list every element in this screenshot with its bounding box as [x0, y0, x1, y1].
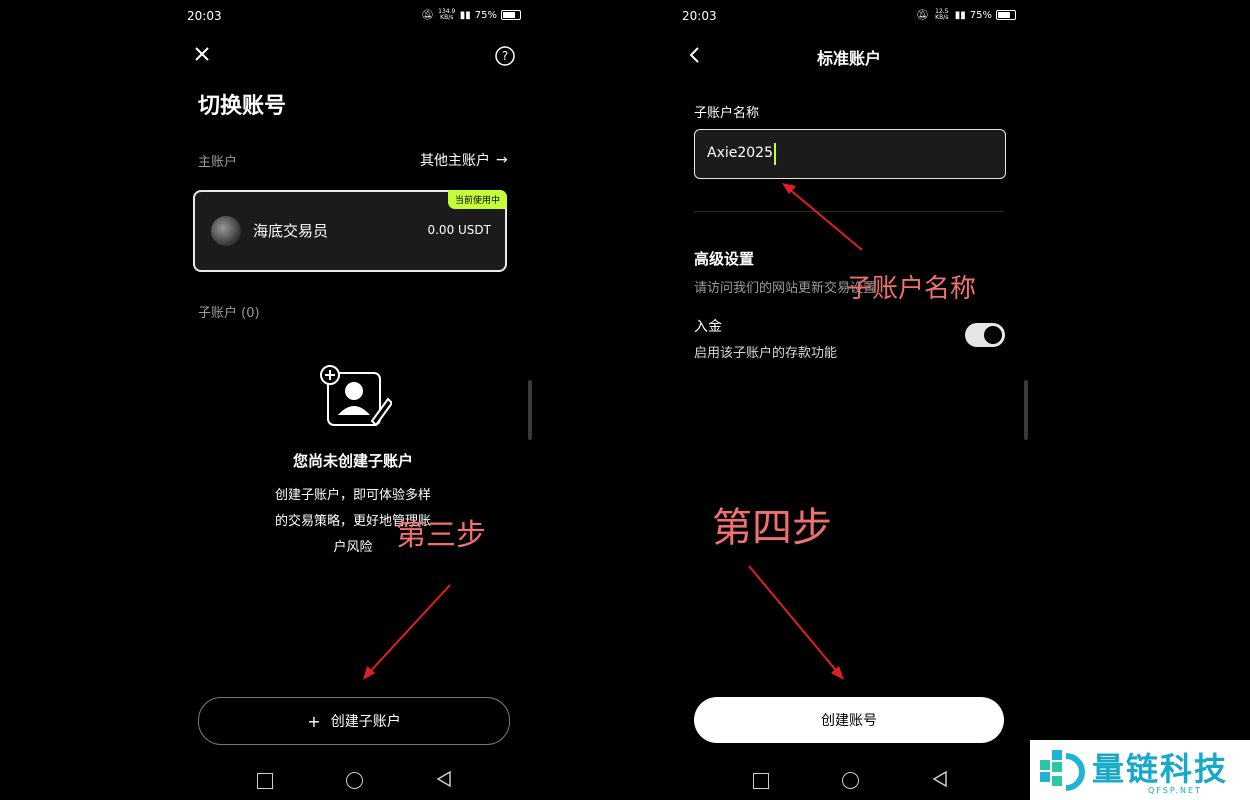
- sub-accounts-label: 子账户 (0): [198, 306, 260, 321]
- create-sub-account-label: 创建子账户: [330, 714, 401, 730]
- signal-icon: ▮▮: [459, 9, 471, 21]
- avatar: [211, 216, 241, 246]
- logo-brand: 量链科技: [1092, 750, 1229, 788]
- svg-text:?: ?: [502, 49, 508, 63]
- battery-percent: 75%: [474, 9, 497, 21]
- signal-icon: ▮▮: [954, 9, 966, 21]
- back-nav-icon[interactable]: [932, 770, 948, 792]
- side-handle: [528, 380, 532, 440]
- sub-account-name-label: 子账户名称: [694, 106, 760, 121]
- account-balance: 0.00 USDT: [427, 223, 491, 237]
- create-sub-account-button[interactable]: + 创建子账户: [198, 697, 510, 745]
- empty-desc-line: 创建子账户，即可体验多样: [274, 488, 431, 503]
- page-title: 标准账户: [816, 49, 881, 68]
- deposit-toggle[interactable]: [965, 323, 1005, 347]
- page-title: 切换账号: [198, 94, 287, 119]
- logo-domain: QFSP.NET: [1148, 786, 1202, 795]
- empty-state-title: 您尚未创建子账户: [292, 452, 413, 470]
- watermark-logo: 量链科技 QFSP.NET: [1030, 740, 1250, 800]
- back-nav-icon[interactable]: [436, 770, 452, 792]
- home-icon[interactable]: [346, 772, 363, 789]
- plus-icon: +: [307, 711, 321, 731]
- network-speed: 134.9 KB/s: [438, 8, 456, 21]
- mute-icon: 🔕︎: [916, 9, 929, 21]
- logo-icon: [1040, 750, 1085, 791]
- annotation-name-label: 子账户名称: [846, 274, 977, 304]
- recent-apps-icon[interactable]: [257, 773, 273, 789]
- toggle-knob: [984, 326, 1002, 344]
- side-handle: [1024, 380, 1028, 440]
- advanced-settings-title: 高级设置: [694, 250, 755, 268]
- annotation-arrow: [363, 584, 451, 680]
- annotation-step-three: 第三步: [396, 518, 486, 553]
- close-icon[interactable]: [193, 45, 211, 63]
- create-account-button[interactable]: 创建账号: [694, 697, 1004, 743]
- account-name: 海底交易员: [253, 222, 329, 240]
- annotation-arrow: [748, 565, 844, 680]
- mute-icon: 🔕︎: [421, 9, 434, 21]
- recent-apps-icon[interactable]: [753, 773, 769, 789]
- battery-icon: [996, 10, 1016, 20]
- network-speed: 12.5 KB/s: [935, 8, 949, 21]
- sub-account-name-input[interactable]: Axie2025: [694, 129, 1006, 179]
- status-bar: 20:03 🔕︎ 134.9 KB/s ▮▮ 75%: [5, 9, 535, 25]
- status-icons: 🔕︎ 12.5 KB/s ▮▮ 75%: [916, 9, 1016, 21]
- main-account-label: 主账户: [198, 155, 238, 170]
- input-value: Axie2025: [707, 145, 773, 161]
- current-account-card[interactable]: 当前使用中 海底交易员 0.00 USDT: [193, 190, 507, 272]
- arrow-right-icon: →: [496, 152, 508, 168]
- battery-percent: 75%: [969, 9, 992, 21]
- help-icon[interactable]: ?: [494, 45, 516, 67]
- text-cursor: [774, 143, 776, 165]
- status-time: 20:03: [682, 9, 717, 23]
- add-user-icon: [318, 365, 394, 427]
- annotation-step-four: 第四步: [712, 505, 832, 551]
- other-accounts-link[interactable]: 其他主账户 →: [420, 150, 508, 170]
- status-bar: 20:03 🔕︎ 12.5 KB/s ▮▮ 75%: [500, 9, 1030, 25]
- home-icon[interactable]: [842, 772, 859, 789]
- status-time: 20:03: [187, 9, 222, 23]
- create-account-label: 创建账号: [821, 713, 877, 729]
- deposit-title: 入金: [694, 319, 722, 335]
- annotation-arrow: [782, 183, 863, 251]
- left-phone-screen: 20:03 🔕︎ 134.9 KB/s ▮▮ 75%: [5, 0, 535, 800]
- current-badge: 当前使用中: [447, 190, 507, 209]
- deposit-desc: 启用该子账户的存款功能: [694, 346, 838, 361]
- other-accounts-label: 其他主账户: [420, 153, 490, 169]
